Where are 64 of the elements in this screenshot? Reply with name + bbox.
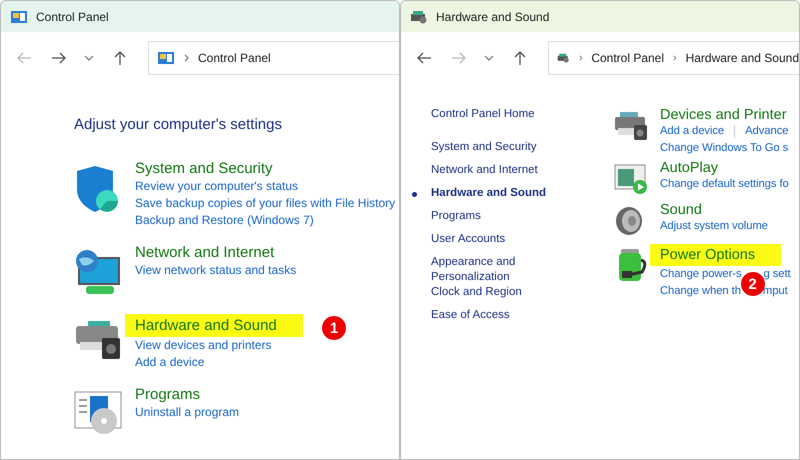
chevron-right-icon [184,54,189,62]
section-link[interactable]: AutoPlay [660,160,718,176]
chevron-down-icon[interactable] [484,55,494,61]
window-title: Control Panel [36,10,109,24]
task-link[interactable]: Uninstall a program [135,404,240,421]
printer-speaker-icon [74,320,122,360]
breadcrumb-item[interactable]: Control Panel [198,51,271,65]
printer-icon [614,111,648,141]
step-number-badge: 2 [740,272,764,296]
up-icon[interactable] [513,50,527,66]
sidebar-item[interactable]: Clock and Region [431,285,581,300]
task-link[interactable]: Save backup copies of your files with File History [135,195,396,212]
task-link[interactable]: Add a device [135,354,204,371]
category-link[interactable]: Network and Internet [135,243,274,262]
location-icon [557,51,570,65]
category-link[interactable]: Programs [135,385,200,404]
network-monitor-icon [74,249,122,295]
task-link[interactable]: Change default settings fo [660,176,789,193]
chevron-down-icon[interactable] [84,55,94,61]
location-icon [157,51,175,65]
task-link[interactable]: Review your computer's status [135,178,298,195]
task-link[interactable]: Advance [745,123,788,140]
back-icon[interactable] [416,51,432,65]
programs-disc-icon [74,391,122,435]
task-link[interactable]: Adjust system volume [660,218,768,235]
address-bar[interactable]: Control Panel [148,41,399,75]
task-link[interactable]: View devices and printers [135,337,272,354]
chevron-right-icon [673,54,677,62]
autoplay-icon [614,164,648,194]
sidebar-item[interactable]: Ease of Access [431,308,581,323]
task-link[interactable]: mput [762,283,788,300]
sidebar-item[interactable]: System and Security [431,140,581,155]
app-icon [410,10,428,24]
task-link[interactable]: Change Windows To Go s [660,140,788,157]
app-icon [10,10,28,24]
page-heading: Adjust your computer's settings [74,116,283,133]
shield-icon [74,165,120,213]
forward-icon[interactable] [51,51,67,65]
category-link[interactable]: Hardware and Sound [125,314,303,337]
sidebar-item[interactable]: Programs [431,209,581,224]
breadcrumb-item[interactable]: Hardware and Sound [686,51,799,65]
address-bar[interactable]: Control Panel Hardware and Sound [548,41,799,75]
task-link[interactable]: g sett [764,266,791,283]
sidebar-item[interactable]: Appearance and Personalization [431,255,581,285]
step-number-badge: 1 [322,316,346,340]
sidebar-item[interactable]: Control Panel Home [431,107,581,122]
sidebar-item[interactable]: Network and Internet [431,163,581,178]
task-link[interactable]: Change power-s [660,266,742,283]
section-link[interactable]: Sound [660,202,702,218]
section-link[interactable]: Devices and Printer [660,107,787,123]
task-link[interactable]: Backup and Restore (Windows 7) [135,212,314,229]
category-link[interactable]: System and Security [135,159,273,178]
sidebar-item[interactable]: User Accounts [431,232,581,247]
section-link[interactable]: Power Options [650,244,782,266]
task-link[interactable]: View network status and tasks [135,262,296,279]
task-link[interactable]: Add a device [660,123,724,140]
sidebar-item[interactable]: Hardware and Sound [431,186,581,201]
speaker-icon [614,206,644,236]
selection-bullet-icon [412,192,417,197]
window-title: Hardware and Sound [436,10,550,24]
task-link[interactable]: Change when th [660,283,741,300]
up-icon[interactable] [113,50,127,66]
breadcrumb-item[interactable]: Control Panel [591,51,664,65]
chevron-right-icon [578,54,582,62]
